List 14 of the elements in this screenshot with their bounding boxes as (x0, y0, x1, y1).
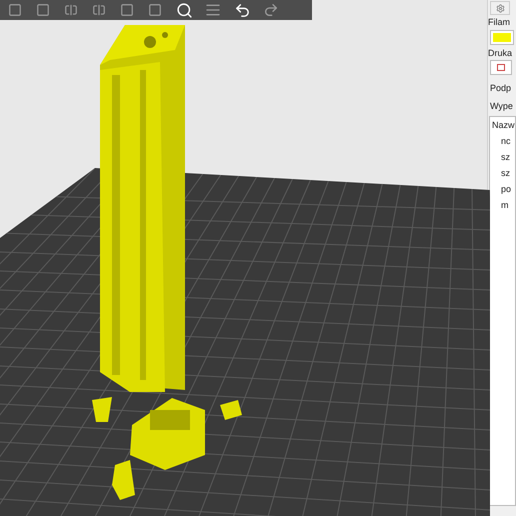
model-drawing[interactable] (92, 25, 242, 500)
object-item[interactable]: po (501, 183, 515, 195)
object-item[interactable]: nc (501, 135, 515, 147)
column-header: Nazw (492, 119, 515, 131)
object-item[interactable]: m (501, 199, 515, 211)
object-item[interactable]: sz (501, 151, 515, 163)
supports-label: Podp (490, 82, 512, 94)
filament-combo[interactable] (490, 30, 514, 45)
object-item[interactable]: sz (501, 167, 515, 179)
infill-label: Wype (490, 100, 514, 112)
printer-label: Druka (488, 47, 514, 59)
filament-label: Filam (488, 16, 511, 28)
settings-icon[interactable] (490, 1, 510, 15)
printer-icon[interactable] (490, 60, 512, 75)
